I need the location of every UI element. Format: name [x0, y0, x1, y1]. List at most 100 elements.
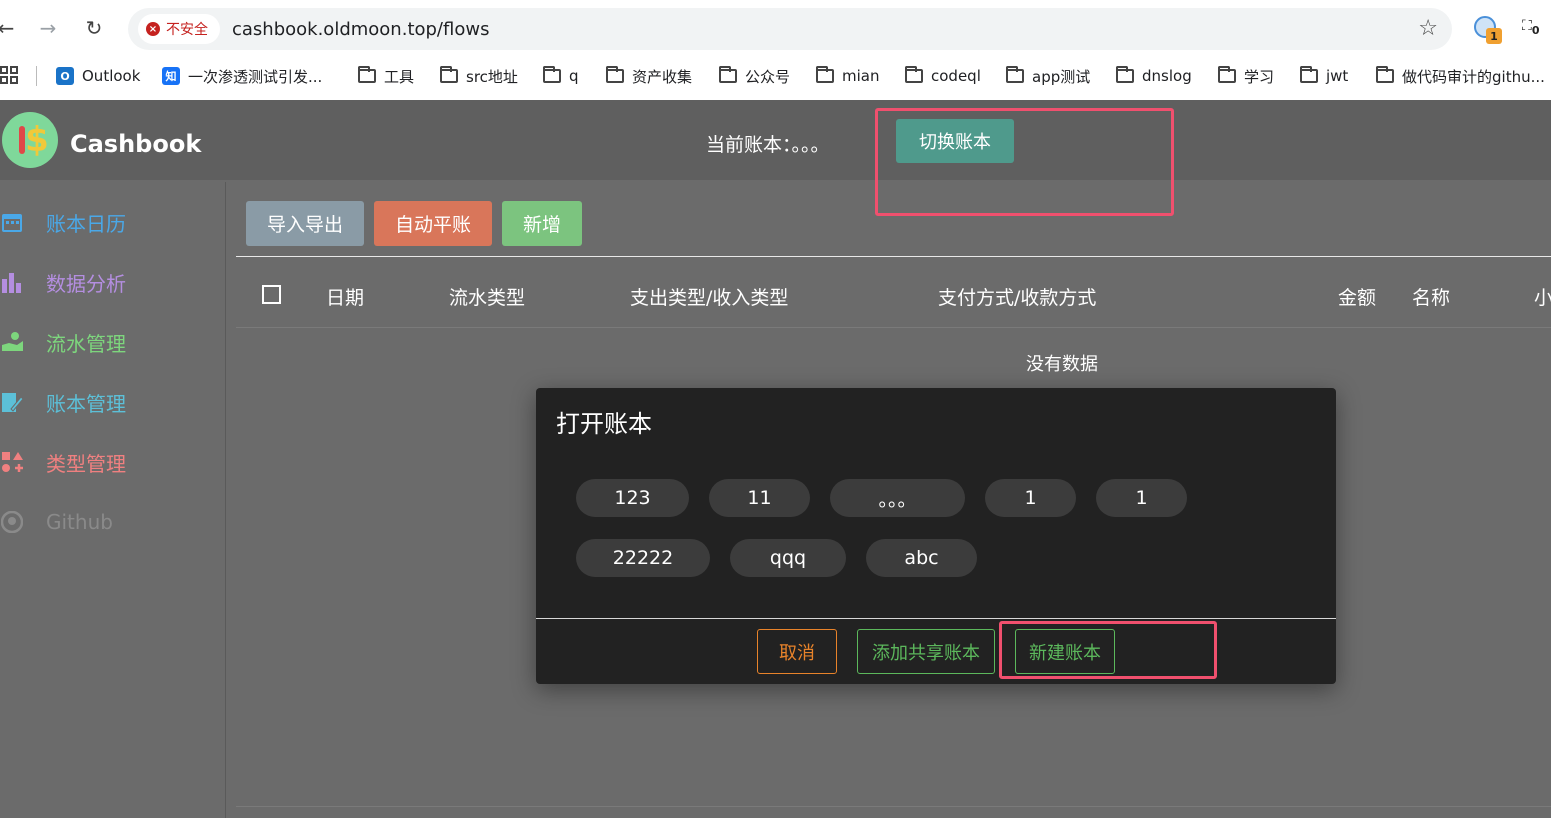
- bookmark-folder[interactable]: 学习: [1218, 64, 1274, 88]
- folder-icon: [816, 66, 834, 83]
- sidebar-item-label: 数据分析: [46, 271, 126, 296]
- bookmark-label: 一次渗透测试引发...: [188, 67, 323, 86]
- folder-icon: [606, 66, 624, 83]
- book-chip[interactable]: 。。。: [830, 479, 965, 517]
- sidebar-item-types[interactable]: 类型管理: [0, 442, 126, 482]
- extension-badge: 1: [1486, 28, 1502, 44]
- github-icon: [0, 510, 24, 534]
- table-bottom-border: [236, 806, 1551, 807]
- bookmark-folder[interactable]: q: [543, 64, 579, 88]
- column-category[interactable]: 支出类型/收入类型: [630, 283, 788, 310]
- bookmark-label: codeql: [931, 67, 981, 85]
- switch-book-button[interactable]: 切换账本: [896, 119, 1014, 163]
- bookmark-folder[interactable]: codeql: [905, 64, 981, 88]
- bookmark-label: q: [569, 67, 579, 85]
- book-chip[interactable]: 123: [576, 479, 689, 517]
- app-header: $ Cashbook 当前账本：。。。 切换账本: [0, 100, 1551, 180]
- add-shared-book-button[interactable]: 添加共享账本: [857, 629, 995, 674]
- folder-icon: [440, 66, 458, 83]
- book-chip[interactable]: 1: [1096, 479, 1187, 517]
- sidebar-item-calendar[interactable]: 账本日历: [0, 202, 126, 242]
- bookmarks-bar: O Outlook 知 一次渗透测试引发... 工具 src地址 q 资产收集 …: [0, 60, 1551, 92]
- bookmark-outlook[interactable]: O Outlook: [56, 64, 140, 88]
- apps-grid-icon[interactable]: [0, 66, 18, 84]
- extension-icon[interactable]: 1: [1474, 16, 1502, 44]
- book-edit-icon: [0, 390, 24, 414]
- book-chip[interactable]: 22222: [576, 539, 710, 577]
- bookmark-label: jwt: [1326, 67, 1349, 85]
- reload-icon[interactable]: ↻: [80, 14, 108, 42]
- bookmark-folder[interactable]: dnslog: [1116, 64, 1192, 88]
- bookmarks-separator: [36, 66, 37, 86]
- address-bar[interactable]: × 不安全 cashbook.oldmoon.top/flows ☆: [128, 8, 1452, 50]
- security-chip[interactable]: × 不安全: [138, 14, 220, 44]
- app-logo: $: [2, 112, 58, 168]
- folder-icon: [1218, 66, 1236, 83]
- sidebar-item-label: 类型管理: [46, 451, 126, 476]
- bookmark-star-icon[interactable]: ☆: [1418, 16, 1438, 41]
- column-name[interactable]: 名称: [1412, 283, 1450, 310]
- bookmark-folder[interactable]: jwt: [1300, 64, 1348, 88]
- import-export-button[interactable]: 导入导出: [246, 201, 364, 246]
- sidebar-item-label: 账本日历: [46, 211, 126, 236]
- sidebar-item-label: 流水管理: [46, 331, 126, 356]
- add-flow-button[interactable]: 新增: [502, 201, 582, 246]
- dialog-divider: [536, 618, 1336, 619]
- bookmark-folder[interactable]: 做代码审计的githu...: [1376, 64, 1545, 88]
- column-flow-type[interactable]: 流水类型: [449, 283, 525, 310]
- folder-icon: [1300, 66, 1318, 83]
- open-book-dialog: 打开账本 123 11 。。。 1 1 22222 qqq abc 取消 添加共…: [536, 388, 1336, 684]
- calendar-icon: [0, 210, 24, 234]
- column-payment-method[interactable]: 支付方式/收款方式: [938, 283, 1096, 310]
- create-book-button[interactable]: 新建账本: [1015, 629, 1115, 674]
- insecure-label: 不安全: [166, 22, 208, 38]
- back-icon[interactable]: ←: [0, 14, 20, 42]
- cancel-button[interactable]: 取消: [757, 629, 837, 674]
- shapes-icon: [0, 450, 24, 474]
- hand-money-icon: [0, 330, 24, 354]
- sidebar-item-analytics[interactable]: 数据分析: [0, 262, 126, 302]
- dialog-title: 打开账本: [556, 410, 652, 438]
- bookmark-folder[interactable]: app测试: [1006, 64, 1090, 88]
- extension-capture-icon[interactable]: ⛶0: [1522, 18, 1539, 37]
- sidebar-item-books[interactable]: 账本管理: [0, 382, 126, 422]
- table-header: 日期 流水类型 支出类型/收入类型 支付方式/收款方式 金额 名称 小: [236, 256, 1551, 328]
- folder-icon: [1006, 66, 1024, 83]
- bookmark-label: 做代码审计的githu...: [1402, 67, 1545, 86]
- bookmark-label: src地址: [466, 67, 518, 86]
- empty-state-text: 没有数据: [1026, 354, 1098, 375]
- bookmark-zhihu[interactable]: 知 一次渗透测试引发...: [162, 64, 322, 88]
- current-book-label: 当前账本：。。。: [706, 134, 830, 156]
- bookmark-label: 学习: [1244, 67, 1275, 86]
- folder-icon: [905, 66, 923, 83]
- url-text[interactable]: cashbook.oldmoon.top/flows: [232, 19, 489, 40]
- forward-icon[interactable]: →: [34, 14, 62, 42]
- bookmark-label: 公众号: [745, 67, 791, 86]
- bookmark-label: Outlook: [82, 67, 141, 85]
- bookmark-folder[interactable]: 公众号: [719, 64, 790, 88]
- bookmark-label: dnslog: [1142, 67, 1192, 85]
- book-chip[interactable]: abc: [866, 539, 977, 577]
- column-amount[interactable]: 金额: [1338, 283, 1376, 310]
- bookmark-folder[interactable]: 工具: [358, 64, 414, 88]
- column-date[interactable]: 日期: [326, 283, 364, 310]
- bookmark-label: mian: [842, 67, 880, 85]
- bookmark-folder[interactable]: 资产收集: [606, 64, 692, 88]
- bookmark-label: 资产收集: [632, 67, 693, 86]
- sidebar-item-flows[interactable]: 流水管理: [0, 322, 126, 362]
- extension-b-badge: 0: [1531, 23, 1540, 37]
- auto-balance-button[interactable]: 自动平账: [374, 201, 492, 246]
- book-chip[interactable]: 11: [709, 479, 810, 517]
- column-truncated[interactable]: 小: [1534, 283, 1551, 310]
- folder-icon: [1376, 66, 1394, 83]
- book-chip[interactable]: 1: [985, 479, 1076, 517]
- outlook-icon: O: [56, 67, 74, 85]
- bar-chart-icon: [0, 270, 24, 294]
- bookmark-folder[interactable]: mian: [816, 64, 879, 88]
- sidebar-item-label: Github: [46, 510, 113, 534]
- book-chip[interactable]: qqq: [730, 539, 846, 577]
- bookmark-folder[interactable]: src地址: [440, 64, 518, 88]
- zhihu-icon: 知: [162, 67, 180, 85]
- select-all-checkbox[interactable]: [262, 285, 281, 304]
- sidebar-item-github[interactable]: Github: [0, 502, 113, 542]
